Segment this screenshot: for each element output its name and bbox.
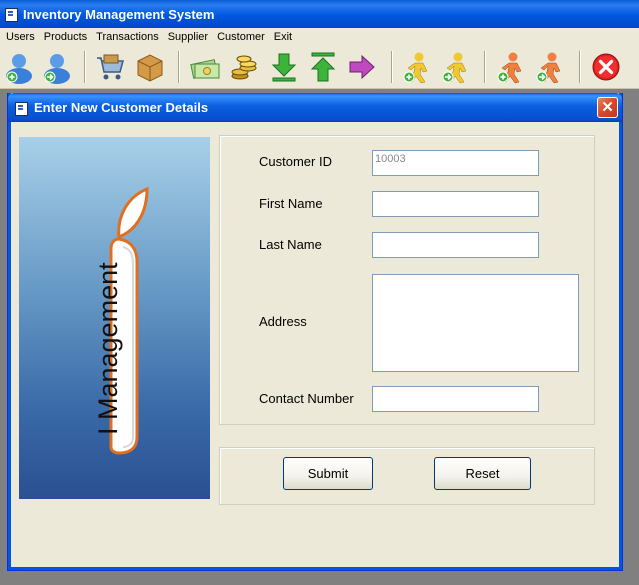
add-supplier-icon (497, 52, 522, 84)
dialog-title: Enter New Customer Details (34, 100, 209, 115)
products-button[interactable] (133, 49, 167, 85)
button-group: Submit Reset (219, 447, 595, 505)
money-icon (190, 59, 220, 79)
menu-exit[interactable]: Exit (270, 31, 297, 43)
customer-form-group: Customer ID 10003 First Name Last Name A… (219, 135, 595, 425)
supplier-go-button[interactable] (533, 49, 567, 85)
menu-transactions[interactable]: Transactions (92, 31, 164, 43)
menu-products[interactable]: Products (40, 31, 92, 43)
menu-supplier[interactable]: Supplier (164, 31, 213, 43)
add-supplier-button[interactable] (494, 49, 528, 85)
download-arrow-icon (271, 53, 297, 82)
logo-text: I Management (93, 262, 123, 435)
dialog-close-button[interactable]: ✕ (597, 97, 618, 118)
app-window-icon (4, 7, 18, 22)
forward-button[interactable] (345, 49, 379, 85)
add-customer-icon (403, 52, 428, 84)
user-go-button[interactable] (40, 49, 74, 85)
customer-dialog: Enter New Customer Details ✕ I Managemen… (7, 93, 623, 571)
user-go-icon (44, 54, 70, 84)
app-title: Inventory Management System (23, 6, 215, 22)
dialog-title-bar: Enter New Customer Details ✕ (8, 93, 622, 122)
customer-id-field: 10003 (372, 150, 539, 176)
add-user-icon (6, 54, 32, 84)
upload-arrow-icon (310, 52, 336, 82)
main-title-bar: Inventory Management System (0, 0, 639, 28)
last-name-field[interactable] (372, 232, 539, 258)
toolbar-separator (391, 51, 393, 83)
upload-button[interactable] (306, 49, 340, 85)
add-customer-button[interactable] (400, 49, 434, 85)
shopping-cart-icon (97, 54, 124, 80)
customer-go-button[interactable] (439, 49, 473, 85)
money-button[interactable] (188, 49, 222, 85)
address-label: Address (259, 314, 307, 329)
menu-customer[interactable]: Customer (213, 31, 270, 43)
submit-button[interactable]: Submit (283, 457, 373, 490)
close-icon: ✕ (601, 99, 614, 116)
exit-button[interactable] (589, 49, 623, 85)
coins-button[interactable] (227, 49, 261, 85)
exit-icon (592, 53, 620, 81)
download-button[interactable] (267, 49, 301, 85)
add-user-button[interactable] (2, 49, 36, 85)
toolbar-separator (178, 51, 180, 83)
i-management-logo: I Management (93, 186, 149, 455)
reset-button[interactable]: Reset (434, 457, 531, 490)
cart-button[interactable] (93, 49, 127, 85)
box-icon (137, 54, 163, 82)
logo-image: I Management (19, 137, 210, 499)
menu-bar: Users Products Transactions Supplier Cus… (0, 28, 639, 45)
supplier-go-icon (536, 52, 561, 84)
first-name-label: First Name (259, 196, 323, 211)
toolbar (0, 45, 639, 89)
right-arrow-icon (349, 54, 375, 80)
address-field[interactable] (372, 274, 579, 372)
dialog-window-icon (14, 101, 28, 116)
last-name-label: Last Name (259, 237, 322, 252)
customer-id-label: Customer ID (259, 154, 332, 169)
first-name-field[interactable] (372, 191, 539, 217)
toolbar-separator (484, 51, 486, 83)
contact-number-field[interactable] (372, 386, 539, 412)
coins-icon (231, 55, 257, 80)
customer-go-icon (442, 52, 467, 84)
contact-number-label: Contact Number (259, 391, 354, 406)
toolbar-separator (84, 51, 86, 83)
toolbar-separator (579, 51, 581, 83)
menu-users[interactable]: Users (2, 31, 40, 43)
